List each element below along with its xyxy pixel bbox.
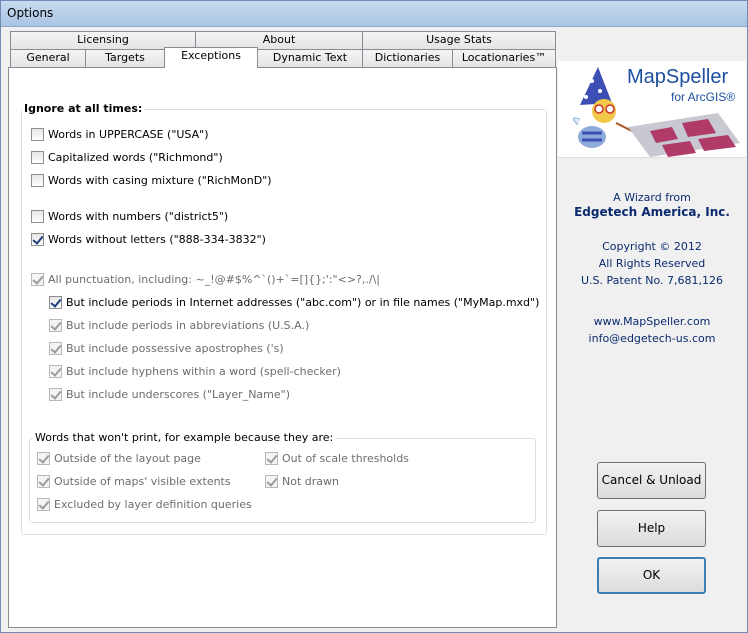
mapspeller-logo: MapSpeller for ArcGIS® <box>558 61 746 158</box>
exceptions-panel: Ignore at all times: Words in UPPERCASE … <box>8 67 557 628</box>
help-button[interactable]: Help <box>597 510 706 547</box>
print-group-title: Words that won't print, for example beca… <box>33 431 336 444</box>
website-link[interactable]: www.MapSpeller.com <box>558 313 746 330</box>
scale-thresholds-checkbox[interactable]: Out of scale thresholds <box>265 450 409 466</box>
logo-title: MapSpeller <box>627 66 729 88</box>
outside-extents-checkbox[interactable]: Outside of maps' visible extents <box>37 473 231 489</box>
uppercase-checkbox[interactable]: Words in UPPERCASE ("USA") <box>31 126 209 142</box>
patent-text: U.S. Patent No. 7,681,126 <box>580 274 723 287</box>
rights-text: All Rights Reserved <box>598 257 706 270</box>
not-drawn-checkbox[interactable]: Not drawn <box>265 473 339 489</box>
checkbox-box <box>31 127 44 141</box>
copyright-text: Copyright © 2012 <box>602 240 702 253</box>
options-window: Options Licensing About Usage Stats Gene… <box>0 0 748 633</box>
checkbox-box <box>31 173 44 187</box>
tab-general[interactable]: General <box>10 49 86 67</box>
checkbox-box <box>37 497 50 511</box>
underscores-checkbox[interactable]: But include underscores ("Layer_Name") <box>49 386 290 402</box>
no-letters-checkbox[interactable]: Words without letters ("888-334-3832") <box>31 231 266 247</box>
ok-button[interactable]: OK <box>597 557 706 594</box>
internet-periods-checkbox[interactable]: But include periods in Internet addresse… <box>49 294 539 310</box>
logo-subtitle: for ArcGIS® <box>671 90 736 104</box>
mixed-case-checkbox[interactable]: Words with casing mixture ("RichMonD") <box>31 172 272 188</box>
checkbox-box <box>49 295 62 309</box>
hyphens-checkbox[interactable]: But include hyphens within a word (spell… <box>49 363 341 379</box>
tab-locationaries[interactable]: Locationaries™ <box>452 49 556 67</box>
checkbox-box <box>49 364 62 378</box>
abbreviation-periods-checkbox[interactable]: But include periods in abbreviations (U.… <box>49 317 309 333</box>
window-title: Options <box>7 6 54 20</box>
possessive-checkbox[interactable]: But include possessive apostrophes ('s) <box>49 340 284 356</box>
checkbox-box <box>31 209 44 223</box>
ignore-group-title: Ignore at all times: <box>22 102 145 115</box>
checkbox-box <box>37 451 50 465</box>
tab-targets[interactable]: Targets <box>85 49 165 67</box>
tab-dynamic-text[interactable]: Dynamic Text <box>257 49 363 67</box>
checkbox-box <box>31 272 44 286</box>
capitalized-checkbox[interactable]: Capitalized words ("Richmond") <box>31 149 223 165</box>
checkbox-box <box>31 150 44 164</box>
company-name: Edgetech America, Inc. <box>574 205 730 219</box>
cancel-unload-button[interactable]: Cancel & Unload <box>597 462 706 499</box>
checkbox-box <box>265 474 278 488</box>
checkbox-box <box>49 318 62 332</box>
outside-layout-checkbox[interactable]: Outside of the layout page <box>37 450 201 466</box>
checkbox-box <box>265 451 278 465</box>
title-bar: Options <box>1 1 747 27</box>
side-panel: MapSpeller for ArcGIS® A Wizard from Edg… <box>558 61 746 631</box>
excluded-queries-checkbox[interactable]: Excluded by layer definition queries <box>37 496 252 512</box>
checkbox-box <box>49 387 62 401</box>
tab-dictionaries[interactable]: Dictionaries <box>362 49 453 67</box>
numbers-checkbox[interactable]: Words with numbers ("district5") <box>31 208 228 224</box>
checkbox-box <box>49 341 62 355</box>
checkbox-box <box>31 232 44 246</box>
tab-usage-stats[interactable]: Usage Stats <box>362 31 556 49</box>
all-punctuation-checkbox[interactable]: All punctuation, including: ~_!@#$%^`()+… <box>31 271 380 287</box>
checkbox-box <box>37 474 50 488</box>
email-link[interactable]: info@edgetech-us.com <box>558 330 746 347</box>
tab-exceptions[interactable]: Exceptions <box>164 47 258 68</box>
